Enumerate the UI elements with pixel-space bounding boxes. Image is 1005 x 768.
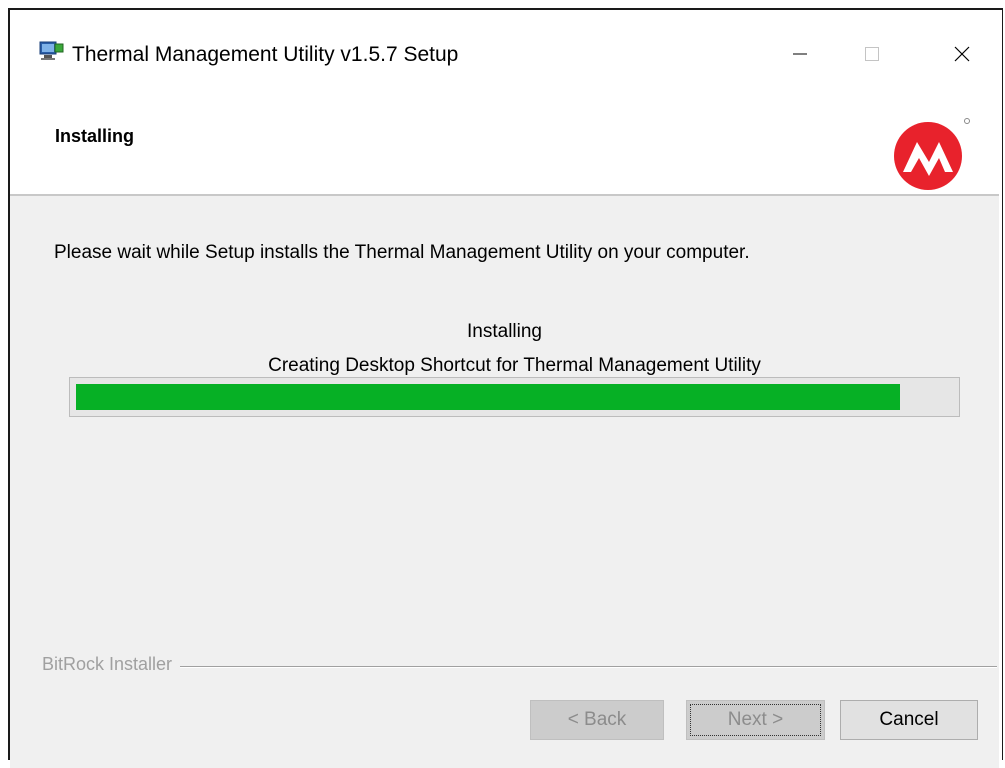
- minimize-button[interactable]: [780, 38, 820, 70]
- back-button-label: < Back: [567, 709, 627, 730]
- cancel-button-label: Cancel: [879, 709, 939, 730]
- close-button[interactable]: [942, 38, 982, 70]
- title-bar[interactable]: Thermal Management Utility v1.5.7 Setup: [10, 10, 999, 92]
- next-button[interactable]: Next >: [686, 700, 825, 740]
- setup-window: Thermal Management Utility v1.5.7 Setup …: [10, 10, 999, 768]
- cancel-button[interactable]: Cancel: [840, 700, 978, 740]
- install-status-title: Installing: [467, 321, 542, 342]
- focus-rectangle: [690, 704, 821, 736]
- footer-separator: [42, 666, 997, 668]
- minimize-icon: [793, 53, 807, 55]
- back-button[interactable]: < Back: [530, 700, 664, 740]
- page-title: Installing: [55, 126, 135, 146]
- install-progress-bar: [69, 377, 960, 417]
- installer-branding: BitRock Installer: [42, 654, 181, 675]
- page-header: Installing: [10, 92, 999, 196]
- window-title: Thermal Management Utility v1.5.7 Setup: [72, 43, 459, 66]
- install-description: Please wait while Setup installs the The…: [54, 242, 750, 263]
- maximize-icon: [865, 47, 879, 61]
- microchip-logo-icon: [894, 118, 970, 190]
- maximize-button[interactable]: [852, 38, 892, 70]
- install-status-detail: Creating Desktop Shortcut for Thermal Ma…: [268, 355, 761, 376]
- close-icon: [954, 46, 970, 62]
- progress-bar-fill: [76, 384, 900, 410]
- installer-app-icon: [39, 41, 64, 60]
